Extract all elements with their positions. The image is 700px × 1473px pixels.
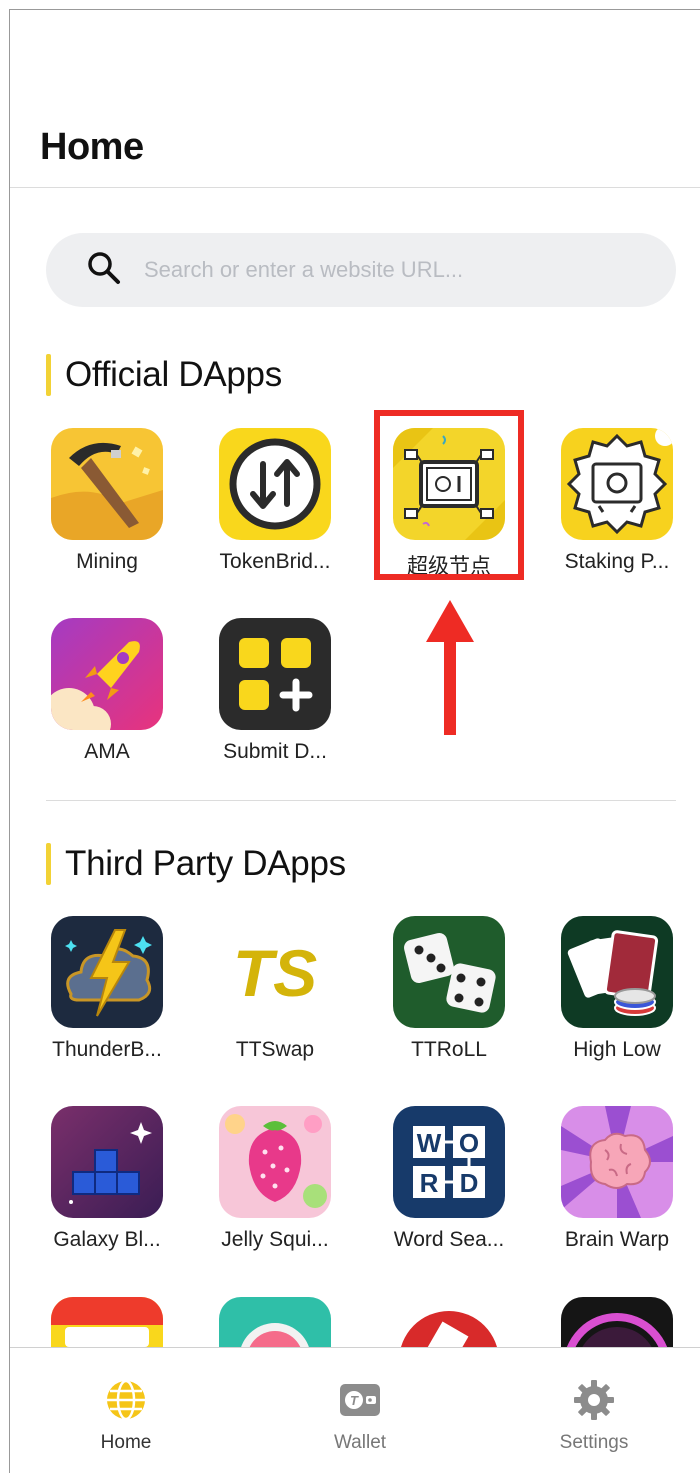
submit-dapp-icon: [219, 618, 331, 730]
word-search-icon: W O R D: [393, 1106, 505, 1218]
section-title: Third Party DApps: [65, 844, 346, 883]
app-label: Mining: [76, 550, 138, 573]
app-label: Word Sea...: [393, 1228, 505, 1251]
tab-settings[interactable]: Settings: [529, 1378, 659, 1454]
highlight-box: [374, 410, 524, 580]
dapp-word-search[interactable]: W O R D Word Sea...: [374, 1106, 524, 1252]
tab-home[interactable]: Home: [61, 1378, 191, 1454]
dapp-galaxy-blocks[interactable]: Galaxy Bl...: [32, 1106, 182, 1252]
app-label: Submit D...: [223, 740, 327, 763]
tab-bar: Home T Wallet Settings: [10, 1348, 700, 1473]
page-title: Home: [40, 126, 144, 168]
globe-icon: [107, 1379, 145, 1421]
cards-chips-icon: [561, 916, 673, 1028]
app-label: Jelly Squi...: [221, 1228, 329, 1251]
official-dapps-header: Official DApps: [46, 354, 282, 396]
arrow-up-icon: [426, 600, 474, 735]
token-bridge-icon: [219, 428, 331, 540]
section-accent-bar: [46, 843, 51, 885]
dapp-tokenbridge[interactable]: TokenBrid...: [200, 428, 350, 574]
dapp-ttswap[interactable]: TS TTSwap: [200, 916, 350, 1062]
brain-icon: [561, 1106, 673, 1218]
dapp-thunder[interactable]: ThunderB...: [32, 916, 182, 1062]
gear-icon: [574, 1380, 614, 1420]
section-accent-bar: [46, 354, 51, 396]
app-screen: Home Official DApps Mining: [9, 9, 700, 1473]
tab-label: Settings: [559, 1432, 629, 1453]
ttswap-logo: TS: [219, 916, 331, 1028]
thunder-cloud-icon: [51, 916, 163, 1028]
tile-letter: W: [417, 1128, 442, 1158]
search-input[interactable]: [144, 257, 676, 283]
search-icon: [86, 250, 122, 291]
galaxy-blocks-icon: [51, 1106, 163, 1218]
section-divider: [46, 800, 676, 801]
jelly-strawberry-icon: [219, 1106, 331, 1218]
pickaxe-icon: [51, 428, 163, 540]
dapp-submit[interactable]: Submit D...: [200, 618, 350, 764]
tile-letter: O: [459, 1128, 479, 1158]
app-label: Brain Warp: [564, 1228, 670, 1251]
header-divider: [10, 187, 700, 188]
app-label: Galaxy Bl...: [53, 1228, 161, 1251]
rocket-icon: [51, 618, 163, 730]
tab-label: Home: [100, 1432, 152, 1453]
wallet-icon: T: [340, 1384, 380, 1416]
svg-text:T: T: [350, 1393, 359, 1408]
app-label: ThunderB...: [52, 1038, 162, 1061]
third-party-dapps-header: Third Party DApps: [46, 843, 346, 885]
search-bar[interactable]: [46, 233, 676, 307]
dapp-ama[interactable]: AMA: [32, 618, 182, 764]
dapp-high-low[interactable]: High Low: [542, 916, 692, 1062]
app-label: High Low: [573, 1038, 661, 1061]
app-label: TTSwap: [235, 1038, 315, 1061]
section-title: Official DApps: [65, 355, 282, 394]
tab-label: Wallet: [333, 1432, 387, 1453]
dice-icon: [393, 916, 505, 1028]
dapp-brain-warp[interactable]: Brain Warp: [542, 1106, 692, 1252]
ttswap-logo-text: TS: [233, 936, 317, 1010]
app-label: TokenBrid...: [219, 550, 331, 573]
tile-letter: R: [420, 1168, 439, 1198]
app-label: AMA: [84, 740, 130, 763]
app-label: Staking P...: [564, 550, 670, 573]
tab-wallet[interactable]: T Wallet: [295, 1378, 425, 1454]
staking-safe-icon: [561, 428, 673, 540]
tile-letter: D: [460, 1168, 479, 1198]
app-label: TTRoLL: [411, 1038, 487, 1061]
dapp-mining[interactable]: Mining: [32, 428, 182, 574]
dapp-staking[interactable]: Staking P...: [542, 428, 692, 574]
dapp-jelly[interactable]: Jelly Squi...: [200, 1106, 350, 1252]
dapp-ttroll[interactable]: TTRoLL: [374, 916, 524, 1062]
